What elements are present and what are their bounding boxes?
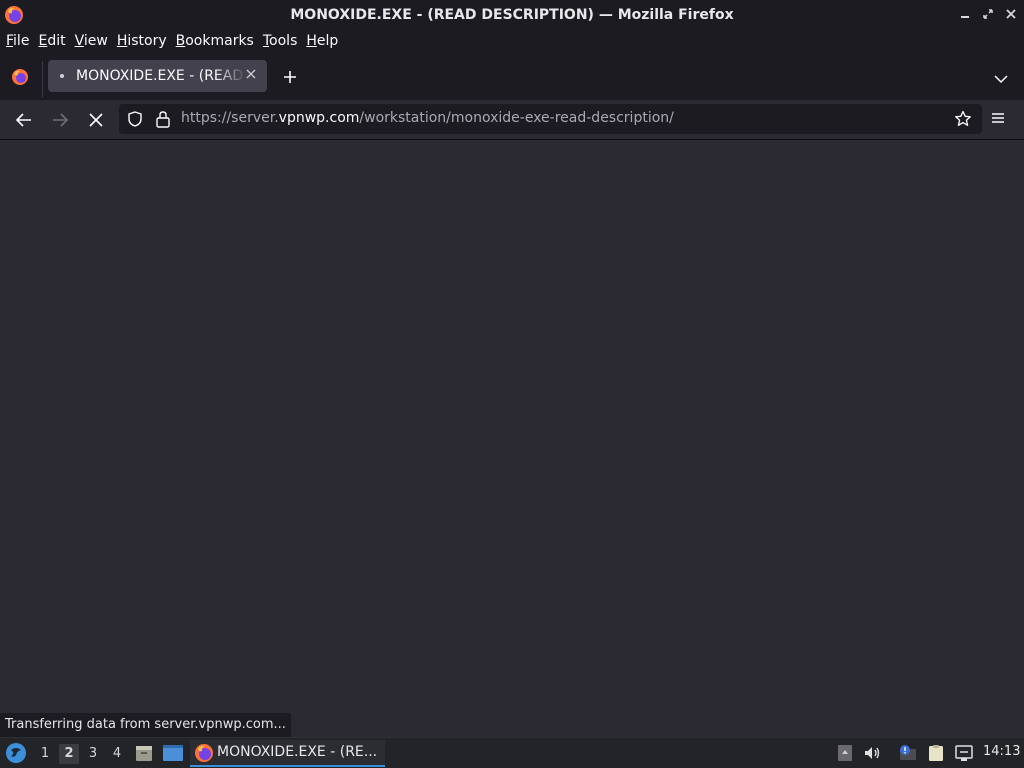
workspace-3[interactable]: 3 [83,744,103,764]
window-title: MONOXIDE.EXE - (READ DESCRIPTION) — Mozi… [290,6,734,23]
workspace-1[interactable]: 1 [35,744,55,764]
stop-icon [89,113,103,127]
minimize-button[interactable] [958,7,972,21]
menu-edit[interactable]: Edit [38,33,74,49]
forward-button[interactable] [49,109,71,131]
clipboard-icon[interactable] [926,744,946,762]
volume-icon[interactable] [862,744,882,762]
menu-bookmarks[interactable]: Bookmarks [176,33,263,49]
tracking-protection-shield-icon[interactable] [127,111,143,127]
taskbar-firefox-task[interactable]: MONOXIDE.EXE - (RE... [190,740,385,767]
back-button[interactable] [13,109,35,131]
tab-loading-indicator [60,74,64,78]
taskbar-task-label: MONOXIDE.EXE - (RE... [217,744,378,760]
restore-button[interactable] [981,7,995,21]
list-all-tabs-button[interactable] [994,69,1014,85]
workspace-4[interactable]: 4 [107,744,127,764]
menu-history[interactable]: History [117,33,176,49]
plus-icon [284,71,296,83]
lock-icon[interactable] [155,110,171,128]
menu-tools[interactable]: Tools [263,33,307,49]
hamburger-menu-icon [992,113,1004,123]
show-desktop-icon[interactable] [162,744,184,762]
firefox-icon [195,744,213,762]
start-menu-icon[interactable] [5,742,27,764]
tab-close-button[interactable] [243,67,259,83]
notification-icon[interactable] [897,744,917,762]
app-menu-button[interactable] [990,110,1010,128]
keyboard-layout-icon[interactable] [835,744,855,762]
close-window-button[interactable] [1004,7,1018,21]
firefox-icon [5,6,23,24]
network-icon[interactable] [954,744,974,762]
tab-strip: MONOXIDE.EXE - (READ DESCRIPTION) [0,53,1024,100]
navigation-toolbar: https://server.vpnwp.com/workstation/mon… [0,100,1024,140]
bookmark-star-icon[interactable] [954,110,972,128]
close-icon [246,69,256,79]
new-tab-button[interactable] [280,67,300,87]
firefox-view-icon[interactable] [10,67,30,87]
tab-separator [42,61,43,97]
minimize-icon [961,16,969,18]
url-text[interactable]: https://server.vpnwp.com/workstation/mon… [181,110,674,126]
status-panel: Transferring data from server.vpnwp.com.… [0,713,291,737]
forward-arrow-icon [53,113,69,127]
page-content[interactable] [0,141,1024,737]
file-manager-icon[interactable] [134,743,154,763]
chevron-down-icon [994,75,1008,84]
taskbar: 1 2 3 4 MONOXIDE.EXE - (RE... 14:13 [0,737,1024,768]
restore-icon [983,9,993,19]
tab-active[interactable]: MONOXIDE.EXE - (READ DESCRIPTION) [48,60,267,92]
tab-label: MONOXIDE.EXE - (READ DESCRIPTION) [76,68,246,84]
back-arrow-icon [15,113,31,127]
window-titlebar: MONOXIDE.EXE - (READ DESCRIPTION) — Mozi… [0,0,1024,29]
menubar: File Edit View History Bookmarks Tools H… [0,29,1024,53]
menu-help[interactable]: Help [306,33,347,49]
menu-file[interactable]: File [6,33,38,49]
menu-view[interactable]: View [75,33,117,49]
stop-button[interactable] [85,109,107,131]
clock[interactable]: 14:13 [983,744,1020,759]
url-bar[interactable]: https://server.vpnwp.com/workstation/mon… [119,104,982,134]
workspace-2[interactable]: 2 [59,744,79,764]
close-icon [1006,9,1016,19]
